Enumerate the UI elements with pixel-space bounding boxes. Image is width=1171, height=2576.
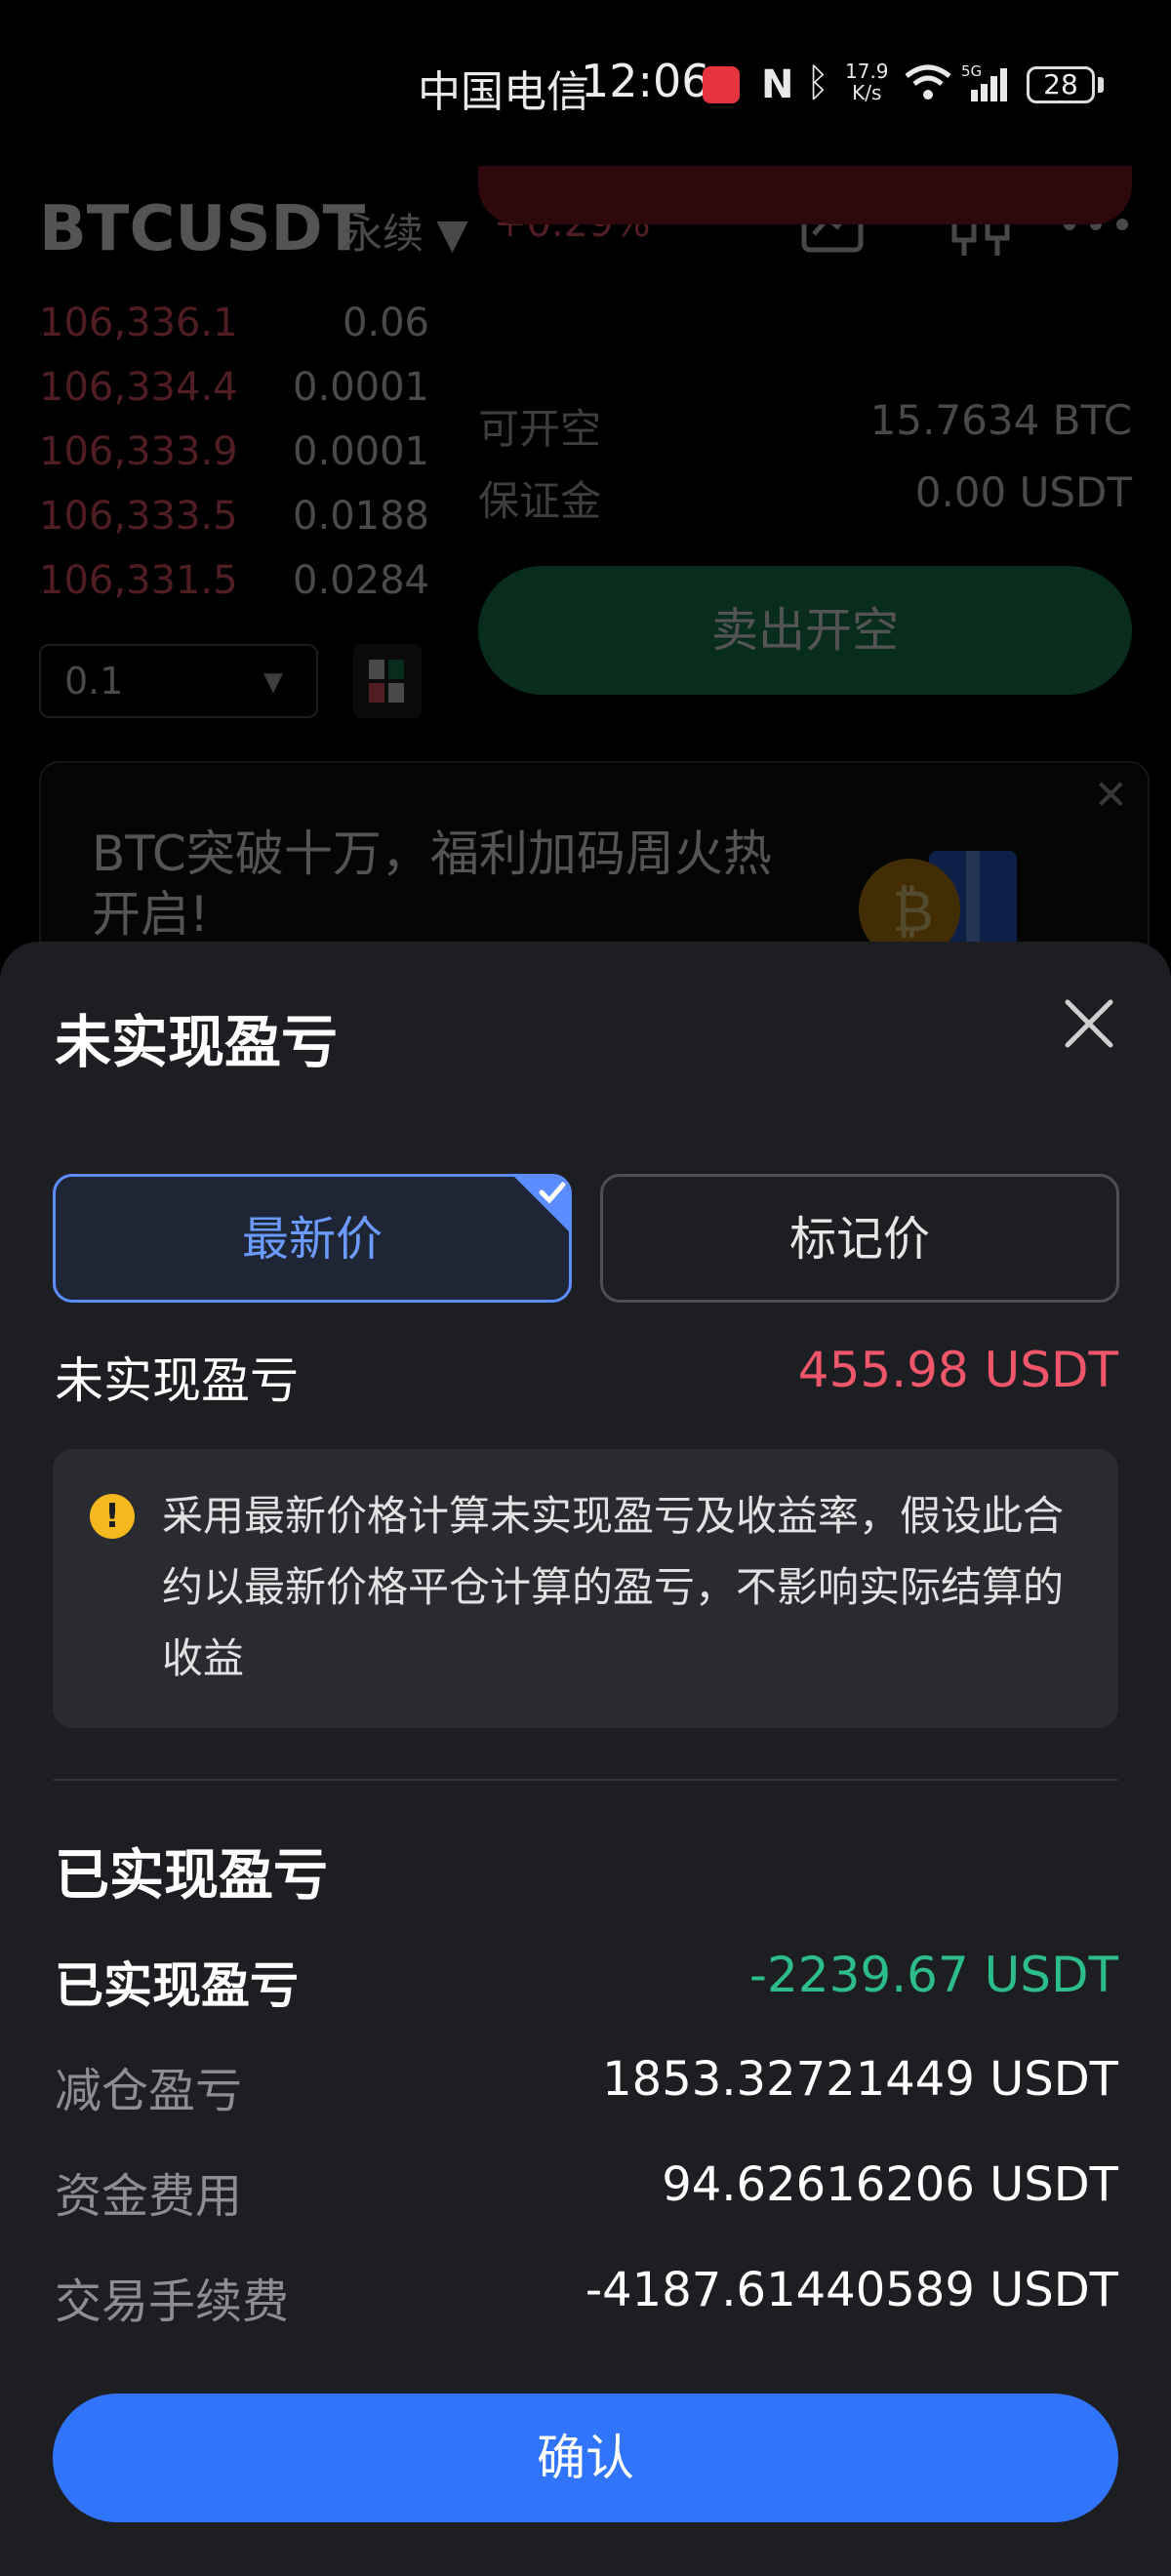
orderbook-ask-row: 106,331.5 0.0284 bbox=[39, 558, 429, 613]
margin-label: 保证金 bbox=[478, 477, 602, 525]
detail-value: 1853.32721449 USDT bbox=[602, 2052, 1118, 2107]
chevron-down-icon: ▼ bbox=[263, 667, 283, 697]
confirm-button[interactable]: 确认 bbox=[53, 2394, 1118, 2522]
carrier-label: 中国电信 bbox=[418, 67, 589, 117]
detail-row: 资金费用 94.62616206 USDT bbox=[55, 2157, 1118, 2226]
realized-pnl-row: 已实现盈亏 -2239.67 USDT bbox=[55, 1947, 1118, 2015]
available-short-value: 15.7634 BTC bbox=[869, 396, 1132, 444]
ask-price: 106,331.5 bbox=[39, 558, 238, 603]
unrealized-pnl-value: 455.98 USDT bbox=[797, 1342, 1118, 1398]
available-short-label: 可开空 bbox=[478, 405, 602, 453]
unrealized-pnl-label: 未实现盈亏 bbox=[55, 1352, 299, 1409]
divider bbox=[53, 1779, 1118, 1781]
svg-text:₿: ₿ bbox=[892, 878, 934, 945]
price-step-value: 0.1 bbox=[64, 660, 124, 703]
tab-latest-price[interactable]: 最新价 bbox=[53, 1174, 572, 1303]
detail-label: 资金费用 bbox=[55, 2169, 243, 2224]
ask-price: 106,334.4 bbox=[39, 365, 238, 410]
detail-value: 94.62616206 USDT bbox=[662, 2157, 1118, 2212]
bluetooth-icon: ᛒ bbox=[806, 60, 829, 105]
ask-qty: 0.06 bbox=[342, 301, 429, 345]
info-note: ! 采用最新价格计算未实现盈亏及收益率，假设此合约以最新价格平仓计算的盈亏，不影… bbox=[53, 1449, 1118, 1728]
ask-qty: 0.0284 bbox=[293, 558, 429, 603]
orderbook-ask-row: 106,333.5 0.0188 bbox=[39, 494, 429, 548]
contract-type-dropdown: 永续 ▼ bbox=[342, 210, 468, 258]
realized-pnl-value: -2239.67 USDT bbox=[748, 1947, 1118, 2003]
tab-mark-price[interactable]: 标记价 bbox=[600, 1174, 1119, 1303]
ask-price: 106,333.5 bbox=[39, 494, 238, 539]
detail-row: 交易手续费 -4187.61440589 USDT bbox=[55, 2263, 1118, 2331]
unrealized-pnl-sheet: 未实现盈亏 最新价 标记价 未实现盈亏 455.98 USDT ! 采用最新价格… bbox=[0, 942, 1171, 2576]
buy-long-button-partial bbox=[478, 166, 1132, 224]
network-type: 5G bbox=[961, 62, 982, 80]
tab-latest-price-label: 最新价 bbox=[241, 1212, 383, 1267]
detail-label: 交易手续费 bbox=[55, 2274, 290, 2329]
trading-screen-background: BTCUSDT 永续 ▼ +0.29% 106,336.1 0.06 106,3… bbox=[0, 166, 1171, 995]
clock: 12:06 bbox=[581, 55, 710, 107]
net-speed-unit: K/s bbox=[852, 81, 882, 104]
info-note-text: 采用最新价格计算未实现盈亏及收益率，假设此合约以最新价格平仓计算的盈亏，不影响实… bbox=[162, 1492, 1065, 1682]
ask-qty: 0.0188 bbox=[293, 494, 429, 539]
banner-text: BTC突破十万，福利加码周火热开启! bbox=[92, 825, 772, 943]
realized-pnl-label: 已实现盈亏 bbox=[55, 1957, 299, 2014]
orderbook-ask-row: 106,336.1 0.06 bbox=[39, 301, 429, 355]
cellular-signal-icon: 5G bbox=[961, 62, 1007, 101]
sell-short-button: 卖出开空 bbox=[478, 566, 1132, 695]
warning-icon: ! bbox=[90, 1494, 135, 1539]
ask-qty: 0.0001 bbox=[293, 429, 429, 474]
detail-value: -4187.61440589 USDT bbox=[585, 2263, 1118, 2317]
net-speed-value: 17.9 bbox=[845, 60, 889, 83]
nfc-icon: N bbox=[761, 62, 794, 107]
margin-value: 0.00 USDT bbox=[914, 468, 1132, 516]
status-bar: 中国电信 12:06 N ᛒ 17.9 K/s 5G 28 bbox=[0, 0, 1171, 166]
realized-section-title: 已实现盈亏 bbox=[55, 1844, 328, 1908]
sheet-title: 未实现盈亏 bbox=[55, 1009, 339, 1075]
orderbook-ask-row: 106,333.9 0.0001 bbox=[39, 429, 429, 484]
detail-label: 减仓盈亏 bbox=[55, 2064, 243, 2118]
ask-qty: 0.0001 bbox=[293, 365, 429, 410]
pair-title: BTCUSDT bbox=[39, 193, 366, 265]
ask-price: 106,336.1 bbox=[39, 301, 238, 345]
ask-price: 106,333.9 bbox=[39, 429, 238, 474]
notification-app-icon bbox=[703, 66, 740, 103]
orderbook-ask-row: 106,334.4 0.0001 bbox=[39, 365, 429, 420]
orderbook-mode-icon bbox=[353, 644, 422, 718]
close-icon: ✕ bbox=[1093, 771, 1128, 819]
check-icon bbox=[514, 1177, 569, 1231]
tab-mark-price-label: 标记价 bbox=[788, 1212, 930, 1267]
battery-icon: 28 bbox=[1027, 66, 1095, 103]
contract-type-label: 永续 bbox=[342, 210, 424, 258]
wifi-icon bbox=[905, 64, 951, 100]
close-icon[interactable] bbox=[1060, 994, 1118, 1053]
unrealized-pnl-row: 未实现盈亏 455.98 USDT bbox=[55, 1342, 1118, 1410]
price-step-select: 0.1 ▼ bbox=[39, 644, 318, 718]
network-speed: 17.9 K/s bbox=[845, 60, 889, 103]
battery-tip bbox=[1098, 77, 1104, 93]
detail-row: 减仓盈亏 1853.32721449 USDT bbox=[55, 2052, 1118, 2120]
